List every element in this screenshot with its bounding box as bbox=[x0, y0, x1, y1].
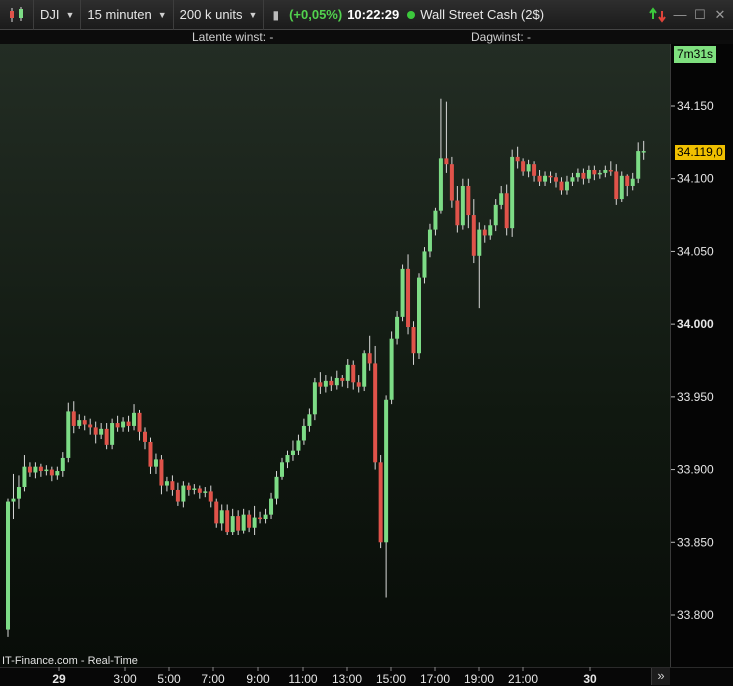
price-axis[interactable] bbox=[670, 44, 733, 667]
quote-time: 10:22:29 bbox=[347, 7, 400, 22]
sync-arrows-icon[interactable] bbox=[649, 7, 667, 23]
units-label: 200 k units bbox=[179, 7, 243, 22]
instrument-select[interactable]: DJI ▼ bbox=[34, 0, 82, 30]
quote-info: ▮ (+0,05%) 10:22:29 Wall Street Cash (2$… bbox=[264, 0, 550, 30]
candle-chart-icon[interactable] bbox=[0, 0, 34, 30]
minimize-icon[interactable]: — bbox=[673, 8, 687, 22]
candle-countdown: 7m31s bbox=[674, 46, 717, 63]
chevron-down-icon: ▼ bbox=[248, 9, 258, 20]
time-axis[interactable] bbox=[0, 667, 733, 686]
data-source-label: IT-Finance.com - Real-Time bbox=[2, 655, 138, 667]
chart-plot-area[interactable] bbox=[0, 44, 670, 667]
live-status-icon bbox=[407, 10, 416, 19]
latent-profit: Latente winst: - bbox=[192, 30, 274, 44]
current-price-tag: 34.119,0 bbox=[675, 145, 725, 160]
chevron-down-icon: ▼ bbox=[65, 9, 75, 20]
close-icon[interactable]: ✕ bbox=[713, 8, 727, 22]
market-name: Wall Street Cash (2$) bbox=[420, 7, 545, 22]
instrument-label: DJI bbox=[40, 7, 60, 22]
day-profit: Dagwinst: - bbox=[471, 30, 532, 44]
profit-info-bar: Latente winst: - Dagwinst: - bbox=[0, 30, 733, 44]
timeframe-select[interactable]: 15 minuten ▼ bbox=[81, 0, 174, 30]
scroll-right-icon[interactable]: » bbox=[651, 668, 670, 685]
chart-toolbar: DJI ▼ 15 minuten ▼ 200 k units ▼ ▮ (+0,0… bbox=[0, 0, 733, 30]
price-change: (+0,05%) bbox=[289, 7, 343, 22]
timeframe-label: 15 minuten bbox=[87, 7, 152, 22]
chevron-down-icon: ▼ bbox=[157, 9, 167, 20]
maximize-icon[interactable]: ☐ bbox=[693, 8, 707, 22]
window-controls: — ☐ ✕ bbox=[649, 0, 727, 30]
units-select[interactable]: 200 k units ▼ bbox=[174, 0, 265, 30]
ruler-icon: ▮ bbox=[272, 7, 280, 22]
